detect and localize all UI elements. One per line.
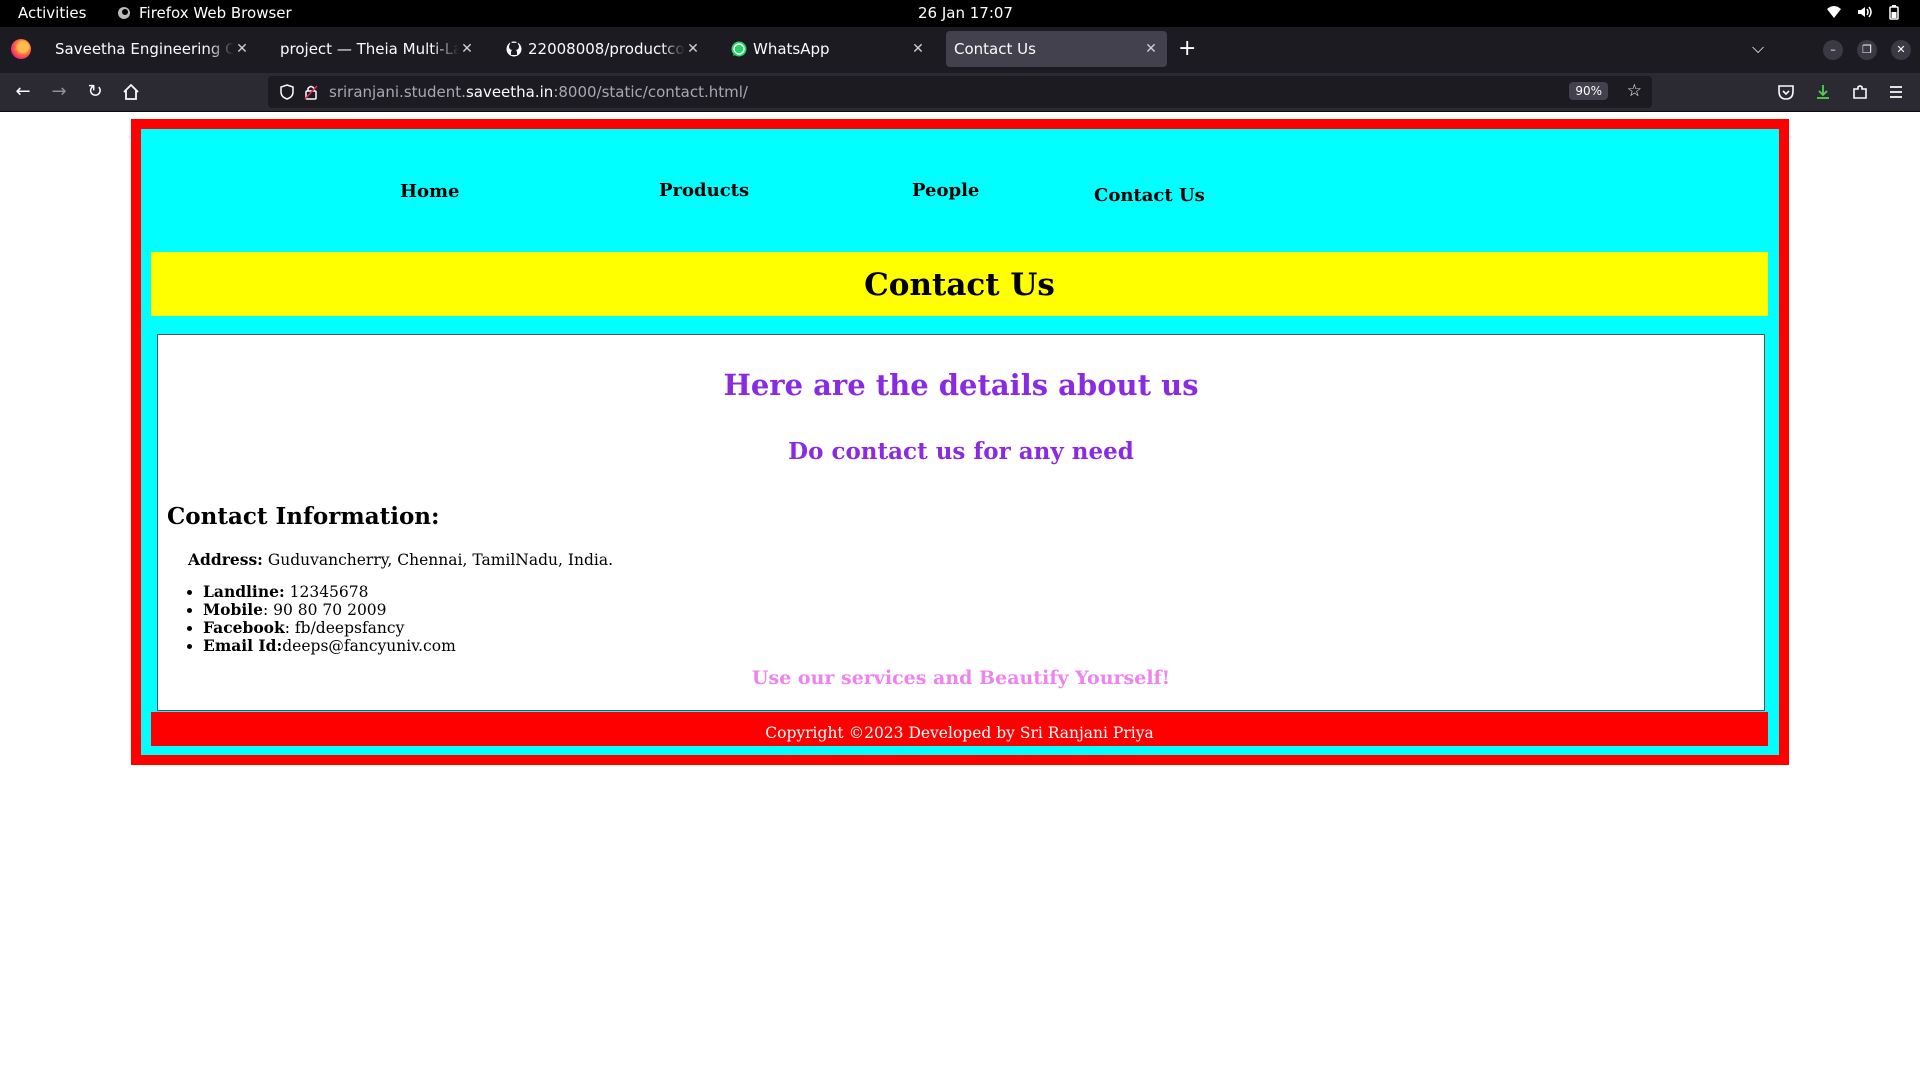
list-item-facebook: Facebook: fb/deepsfancy: [203, 618, 456, 638]
zoom-indicator[interactable]: 90%: [1569, 82, 1608, 100]
tab-whatsapp[interactable]: WhatsApp ✕: [723, 31, 934, 67]
download-icon[interactable]: [1814, 83, 1832, 101]
contact-content: Here are the details about us Do contact…: [157, 334, 1765, 711]
tab-label: WhatsApp: [753, 40, 830, 58]
contact-subheading: Do contact us for any need: [788, 438, 1134, 465]
landline-value: 12345678: [284, 583, 369, 601]
list-item-landline: Landline: 12345678: [203, 582, 456, 602]
close-window-icon[interactable]: ✕: [1891, 40, 1911, 60]
nav-products-link[interactable]: Products: [659, 180, 749, 201]
firefox-app-icon: [118, 7, 130, 19]
minimize-icon[interactable]: –: [1823, 40, 1843, 60]
close-icon[interactable]: ✕: [910, 41, 926, 57]
tab-label: project — Theia Multi-Language: [280, 40, 459, 58]
close-icon[interactable]: ✕: [459, 41, 475, 57]
email-label: Email Id:: [203, 636, 283, 655]
url-domain: saveetha.in: [465, 83, 554, 101]
tagline: Use our services and Beautify Yourself!: [751, 667, 1171, 689]
tab-saveetha[interactable]: Saveetha Engineering College ✕: [47, 31, 258, 67]
facebook-label: Facebook: [203, 618, 285, 637]
app-menu[interactable]: Firefox Web Browser: [117, 4, 292, 22]
details-heading: Here are the details about us: [723, 368, 1199, 402]
email-value: deeps@fancyuniv.com: [282, 637, 456, 655]
address-line: Address: Guduvancherry, Chennai, TamilNa…: [188, 550, 613, 569]
system-top-bar: Activities Firefox Web Browser 26 Jan 17…: [0, 0, 1920, 27]
tab-label: Saveetha Engineering College: [55, 40, 234, 58]
home-icon[interactable]: [120, 81, 142, 103]
extensions-icon[interactable]: [1851, 83, 1869, 101]
close-icon[interactable]: ✕: [685, 41, 701, 57]
app-name: Firefox Web Browser: [139, 4, 292, 22]
list-item-email: Email Id:deeps@fancyuniv.com: [203, 636, 456, 656]
url-prefix: sriranjani.student.: [329, 83, 466, 101]
contact-information-title: Contact Information:: [167, 503, 440, 530]
hamburger-menu-icon[interactable]: [1887, 83, 1905, 101]
restore-icon[interactable]: ❐: [1857, 40, 1877, 60]
volume-icon: [1858, 6, 1872, 18]
site-nav: Home Products People Contact Us: [141, 129, 1779, 249]
lock-icon[interactable]: [304, 84, 318, 100]
whatsapp-icon: [731, 41, 747, 57]
url-bar[interactable]: sriranjani.student.saveetha.in:8000/stat…: [268, 76, 1652, 108]
bookmark-star-icon[interactable]: ☆: [1627, 81, 1642, 101]
page-title-banner: Contact Us: [151, 252, 1768, 316]
nav-contact-link[interactable]: Contact Us: [1094, 185, 1205, 206]
close-icon[interactable]: ✕: [1143, 41, 1159, 57]
nav-home-link[interactable]: Home: [400, 181, 460, 202]
system-tray[interactable]: [1826, 4, 1902, 20]
mobile-label: Mobile: [203, 600, 263, 619]
navigation-toolbar: ← → ↻ sriranjani.student.saveetha.in:800…: [0, 73, 1920, 112]
url-text: sriranjani.student.saveetha.in:8000/stat…: [329, 83, 748, 101]
page-footer: Copyright ©2023 Developed by Sri Ranjani…: [151, 712, 1768, 746]
new-tab-button[interactable]: +: [1178, 36, 1196, 61]
tab-label: Contact Us: [954, 40, 1036, 58]
tab-label: 22008008/productcompany: [528, 40, 685, 58]
tab-list-chevron-down-icon[interactable]: ⌵: [1752, 38, 1764, 58]
facebook-value: : fb/deepsfancy: [284, 619, 405, 637]
page-container: Home Products People Contact Us Contact …: [131, 119, 1789, 765]
list-item-mobile: Mobile: 90 80 70 2009: [203, 600, 456, 620]
close-icon[interactable]: ✕: [234, 41, 250, 57]
nav-people-link[interactable]: People: [912, 180, 979, 201]
firefox-icon[interactable]: [11, 39, 31, 59]
address-value: Guduvancherry, Chennai, TamilNadu, India…: [262, 551, 614, 569]
wifi-icon: [1827, 6, 1841, 18]
github-icon: [506, 41, 522, 57]
tab-github[interactable]: 22008008/productcompany ✕: [498, 31, 709, 67]
landline-label: Landline:: [203, 582, 285, 601]
shield-icon[interactable]: [280, 84, 294, 100]
mobile-value: : 90 80 70 2009: [262, 601, 387, 619]
pocket-icon[interactable]: [1777, 83, 1795, 101]
tab-contact-us[interactable]: Contact Us ✕: [946, 31, 1167, 67]
address-label: Address:: [188, 550, 263, 569]
tab-strip: Saveetha Engineering College ✕ project —…: [0, 27, 1920, 73]
reload-icon[interactable]: ↻: [84, 81, 106, 103]
battery-icon: [1889, 5, 1899, 20]
url-suffix: :8000/static/contact.html/: [553, 83, 748, 101]
back-arrow-icon[interactable]: ←: [12, 81, 34, 103]
clock[interactable]: 26 Jan 17:07: [918, 4, 1013, 22]
forward-arrow-icon[interactable]: →: [48, 81, 70, 103]
tab-project-theia[interactable]: project — Theia Multi-Language ✕: [272, 31, 483, 67]
activities-button[interactable]: Activities: [18, 4, 86, 22]
contact-list: Landline: 12345678 Mobile: 90 80 70 2009…: [188, 582, 456, 656]
